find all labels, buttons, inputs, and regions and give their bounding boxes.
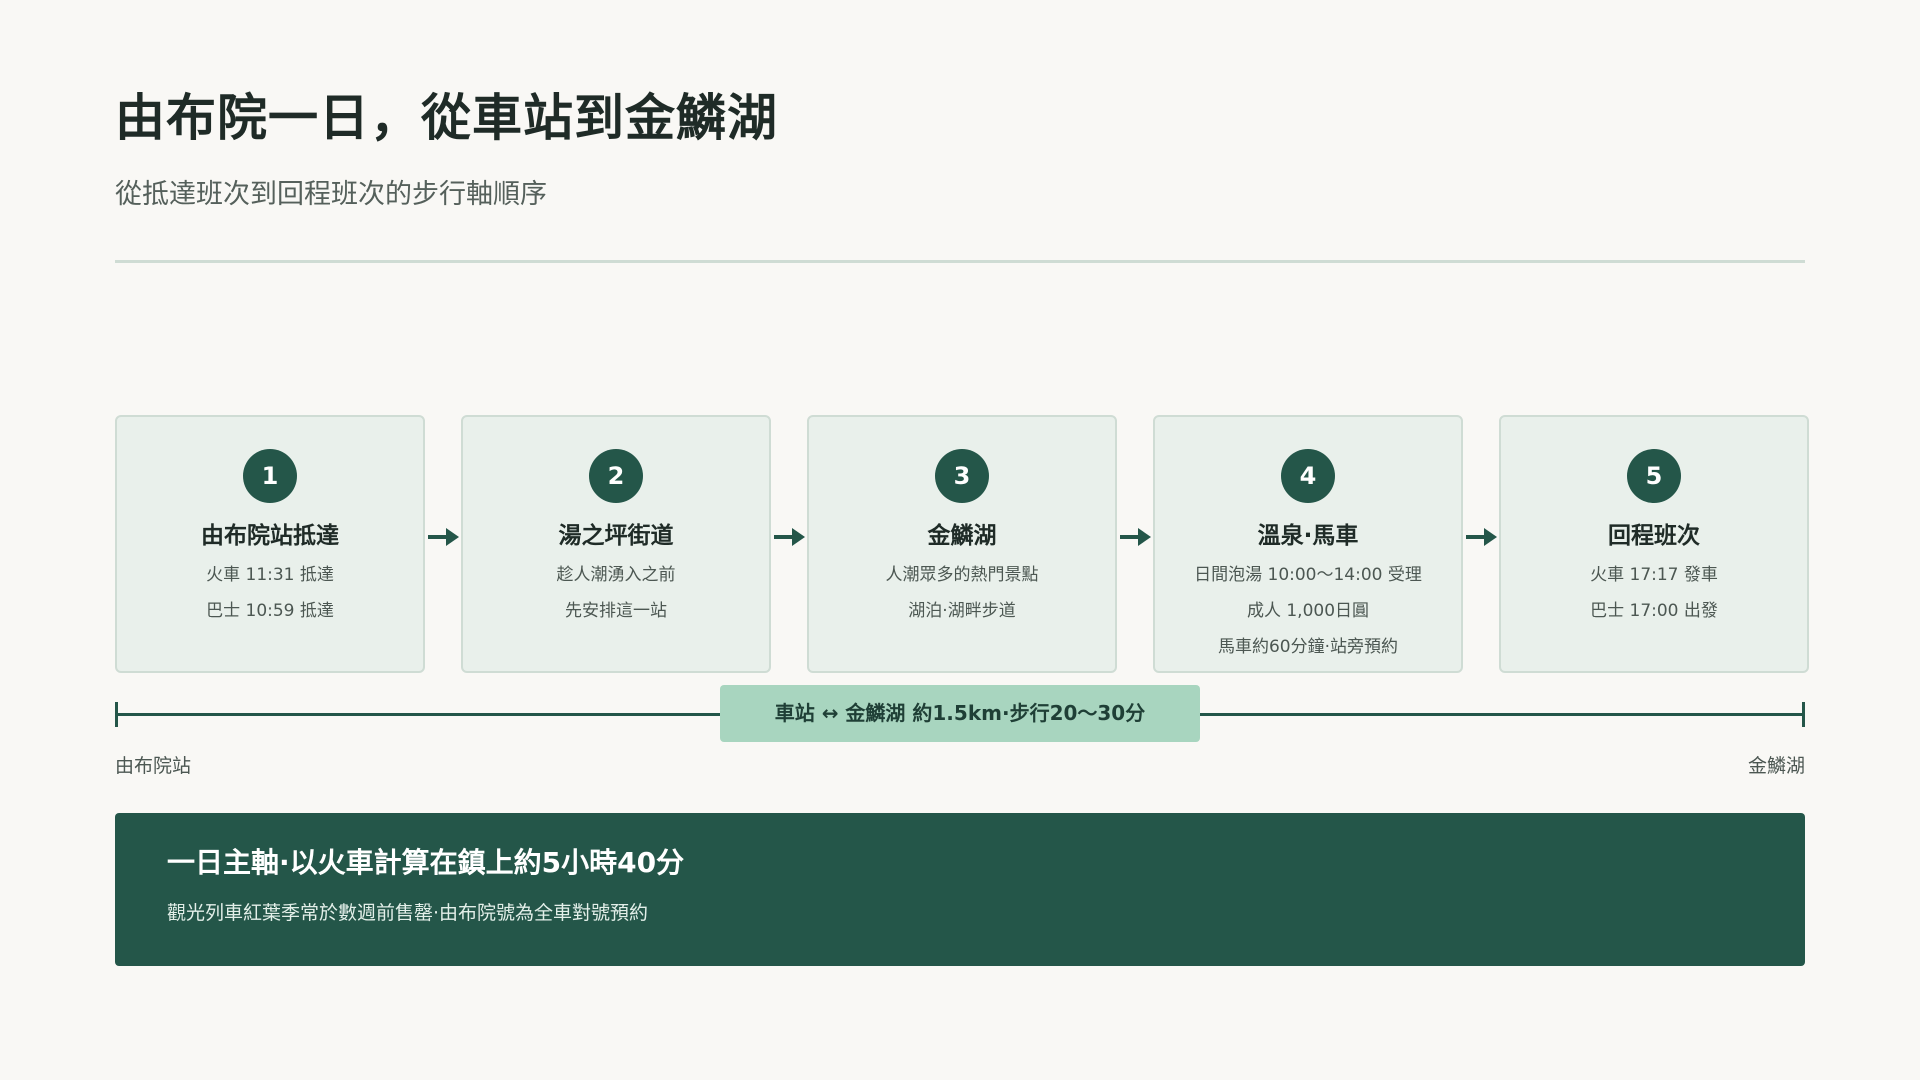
step-card-2: 2 湯之坪街道 趁人潮湧入之前 先安排這一站	[461, 415, 771, 673]
step-number-badge: 1	[243, 449, 297, 503]
page-title: 由布院一日，從車站到金鱗湖	[115, 89, 778, 147]
arrow-right-icon	[774, 528, 805, 546]
arrow-right-icon	[1120, 528, 1151, 546]
step-detail: 人潮眾多的熱門景點	[885, 565, 1039, 585]
axis-end-tick	[1802, 702, 1805, 727]
step-title: 湯之坪街道	[558, 523, 674, 549]
step-title: 溫泉·馬車	[1257, 523, 1359, 549]
arrow-right-icon	[1466, 528, 1497, 546]
step-detail: 湖泊·湖畔步道	[908, 601, 1016, 621]
step-detail: 巴士 17:00 出發	[1590, 601, 1718, 621]
step-number-badge: 2	[589, 449, 643, 503]
page-subtitle: 從抵達班次到回程班次的步行軸順序	[115, 179, 547, 210]
step-card-3: 3 金鱗湖 人潮眾多的熱門景點 湖泊·湖畔步道	[807, 415, 1117, 673]
step-number-badge: 5	[1627, 449, 1681, 503]
step-detail: 馬車約60分鐘·站旁預約	[1217, 637, 1399, 657]
step-detail: 趁人潮湧入之前	[556, 565, 676, 585]
step-number-badge: 4	[1281, 449, 1335, 503]
summary-text: 觀光列車紅葉季常於數週前售罄·由布院號為全車對號預約	[167, 902, 649, 924]
header-divider	[115, 260, 1805, 263]
summary-panel: 一日主軸·以火車計算在鎮上約5小時40分 觀光列車紅葉季常於數週前售罄·由布院號…	[115, 813, 1805, 966]
step-detail: 先安排這一站	[565, 601, 667, 621]
step-detail: 成人 1,000日圓	[1246, 601, 1370, 621]
step-card-1: 1 由布院站抵達 火車 11:31 抵達 巴士 10:59 抵達	[115, 415, 425, 673]
step-title: 金鱗湖	[927, 523, 997, 549]
axis-start-tick	[115, 702, 118, 727]
step-title: 回程班次	[1608, 523, 1700, 549]
step-number-badge: 3	[935, 449, 989, 503]
axis-end-label: 金鱗湖	[1747, 755, 1805, 777]
step-detail: 巴士 10:59 抵達	[206, 601, 334, 621]
step-detail: 火車 11:31 抵達	[206, 565, 334, 585]
step-title: 由布院站抵達	[201, 523, 339, 549]
distance-label: 車站 ↔ 金鱗湖 約1.5km·步行20～30分	[720, 685, 1200, 742]
arrow-right-icon	[428, 528, 459, 546]
summary-title: 一日主軸·以火車計算在鎮上約5小時40分	[167, 846, 685, 879]
axis-start-label: 由布院站	[115, 755, 192, 777]
step-detail: 火車 17:17 發車	[1590, 565, 1718, 585]
step-card-4: 4 溫泉·馬車 日間泡湯 10:00～14:00 受理 成人 1,000日圓 馬…	[1153, 415, 1463, 673]
distance-axis: 車站 ↔ 金鱗湖 約1.5km·步行20～30分	[115, 685, 1805, 742]
step-card-5: 5 回程班次 火車 17:17 發車 巴士 17:00 出發	[1499, 415, 1809, 673]
step-detail: 日間泡湯 10:00～14:00 受理	[1194, 565, 1422, 585]
steps-row: 1 由布院站抵達 火車 11:31 抵達 巴士 10:59 抵達 2 湯之坪街道…	[115, 415, 1809, 673]
